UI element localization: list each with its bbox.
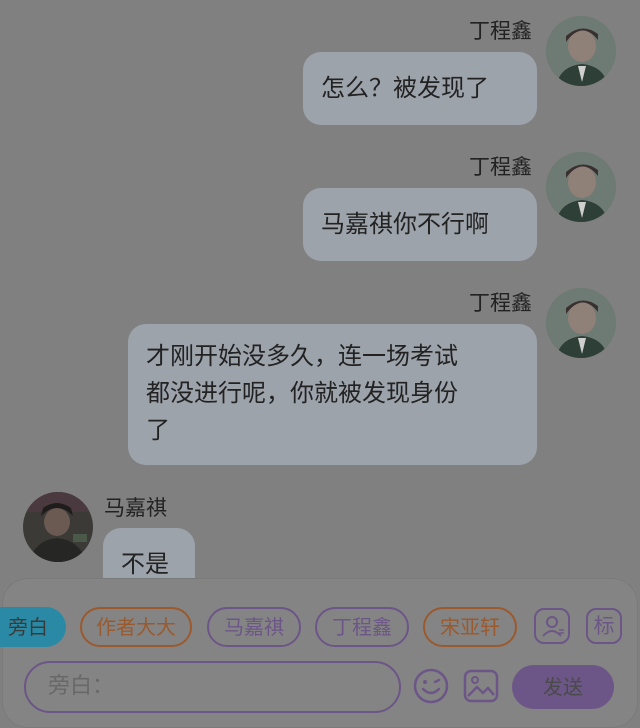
sender-name: 马嘉祺 <box>104 496 167 520</box>
message-line: 都没进行呢，你就被发现身份 <box>146 379 458 407</box>
avatar[interactable] <box>546 288 616 358</box>
role-chip[interactable]: 作者大大 <box>80 607 192 647</box>
sender-name: 丁程鑫 <box>469 155 532 179</box>
avatar-portrait <box>546 16 616 86</box>
message-line: 了 <box>146 416 170 444</box>
avatar-portrait <box>546 152 616 222</box>
role-chip[interactable]: 马嘉祺 <box>207 607 301 647</box>
message-bubble[interactable]: 怎么？被发现了 <box>303 52 537 125</box>
tag-button[interactable]: 标 <box>586 608 622 644</box>
avatar-portrait <box>546 288 616 358</box>
person-card-icon <box>542 616 564 637</box>
message-input[interactable]: 旁白： <box>24 661 401 713</box>
emoji-icon <box>413 668 449 704</box>
image-button[interactable] <box>463 668 499 704</box>
sender-name: 丁程鑫 <box>469 291 532 315</box>
avatar-portrait <box>23 492 93 562</box>
avatar[interactable] <box>546 152 616 222</box>
message-bubble[interactable]: 才刚开始没多久，连一场考试 都没进行呢，你就被发现身份 了 <box>128 324 537 465</box>
message-bubble[interactable]: 马嘉祺你不行啊 <box>303 188 537 261</box>
sender-name: 丁程鑫 <box>469 19 532 43</box>
image-icon <box>463 669 499 703</box>
avatar[interactable] <box>23 492 93 562</box>
role-chip-narrator[interactable]: 旁白 <box>0 607 66 647</box>
role-chip[interactable]: 丁程鑫 <box>315 607 409 647</box>
message-line: 才刚开始没多久，连一场考试 <box>146 342 458 370</box>
role-chip[interactable]: 宋亚轩 <box>423 607 517 647</box>
send-button[interactable]: 发送 <box>512 665 614 709</box>
avatar[interactable] <box>546 16 616 86</box>
character-manage-button[interactable] <box>534 608 570 644</box>
emoji-button[interactable] <box>413 668 449 704</box>
